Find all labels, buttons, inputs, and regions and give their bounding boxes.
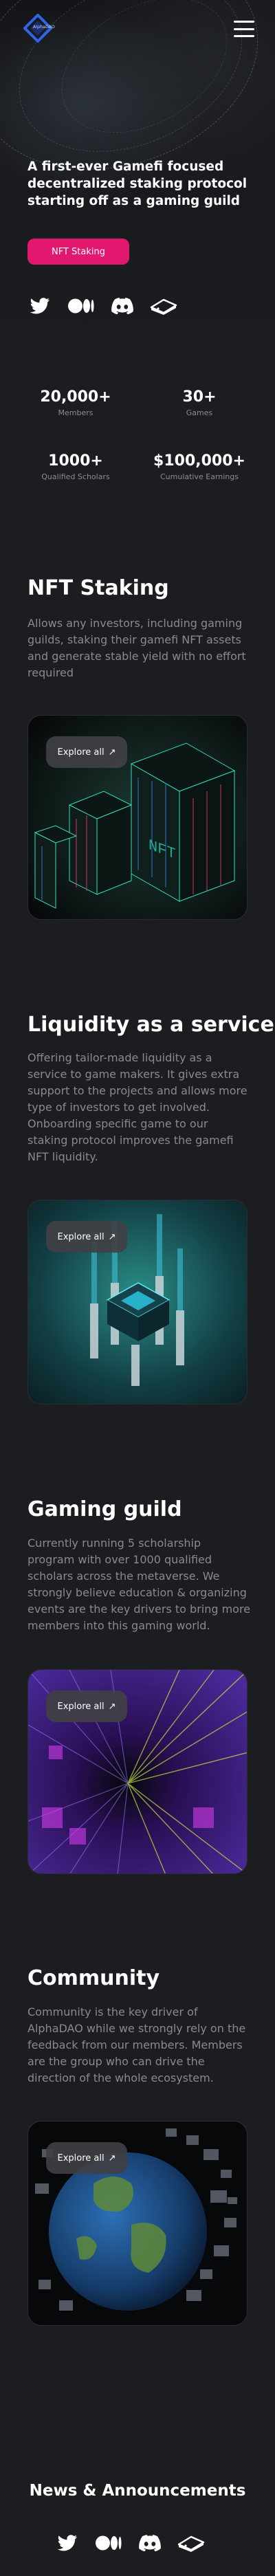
section-title-community: Community	[28, 1966, 160, 1990]
explore-all-button[interactable]: Explore all ↗	[46, 736, 127, 768]
hamburger-menu-icon[interactable]	[234, 21, 254, 37]
stat-earnings: $100,000+ Cumulative Earnings	[144, 452, 254, 481]
gitbook-icon[interactable]	[177, 2533, 205, 2553]
stat-members: 20,000+ Members	[28, 388, 124, 417]
section-description: Currently running 5 scholarship program …	[28, 1537, 251, 1632]
section-description: Community is the key driver of AlphaDAO …	[28, 2005, 246, 2084]
stat-value: $100,000+	[153, 452, 245, 470]
discord-icon[interactable]	[109, 296, 136, 316]
arrow-up-right-icon: ↗	[108, 1231, 116, 1242]
alphadao-logo[interactable]: AlphaDAO	[23, 13, 55, 43]
discord-icon[interactable]	[136, 2533, 164, 2553]
liquidity-card: Explore all ↗	[28, 1200, 248, 1405]
gaming-guild-card: Explore all ↗	[28, 1669, 248, 1874]
section-title-nft-staking: NFT Staking	[28, 576, 169, 600]
nft-staking-button[interactable]: NFT Staking	[28, 239, 129, 265]
stat-scholars: 1000+ Qualified Scholars	[28, 452, 124, 481]
medium-icon[interactable]	[95, 2533, 122, 2553]
medium-icon[interactable]	[67, 296, 95, 316]
hero-social-links	[26, 296, 191, 316]
explore-all-button[interactable]: Explore all ↗	[46, 2142, 127, 2174]
nft-staking-card: NFT Explore all ↗	[28, 715, 248, 920]
explore-all-button[interactable]: Explore all ↗	[46, 1221, 127, 1253]
section-description: Allows any investors, including gaming g…	[28, 617, 246, 679]
stat-label: Qualified Scholars	[41, 472, 110, 481]
stat-label: Games	[186, 408, 213, 417]
stat-label: Members	[58, 408, 94, 417]
stat-label: Cumulative Earnings	[160, 472, 239, 481]
explore-all-label: Explore all	[57, 1231, 104, 1242]
stat-value: 1000+	[48, 452, 103, 470]
arrow-up-right-icon: ↗	[108, 747, 116, 758]
stat-value: 30+	[182, 388, 217, 406]
stat-games: 30+ Games	[151, 388, 248, 417]
footer-social-links	[54, 2533, 219, 2553]
section-title-gaming-guild: Gaming guild	[28, 1497, 182, 1521]
section-description: Offering tailor-made liquidity as a serv…	[28, 1051, 248, 1163]
stat-value: 20,000+	[40, 388, 111, 406]
community-card: Explore all ↗	[28, 2121, 248, 2326]
hero-section: AlphaDAO A first-ever Gamefi focused dec…	[0, 0, 275, 351]
explore-all-label: Explore all	[57, 2153, 104, 2164]
logo-text: AlphaDAO	[33, 25, 55, 30]
arrow-up-right-icon: ↗	[108, 2153, 116, 2164]
explore-all-label: Explore all	[57, 1701, 104, 1712]
twitter-icon[interactable]	[26, 296, 54, 316]
arrow-up-right-icon: ↗	[108, 1701, 116, 1712]
news-title: News & Announcements	[29, 2482, 246, 2500]
explore-all-label: Explore all	[57, 747, 104, 758]
section-title-liquidity: Liquidity as a service	[28, 1013, 274, 1037]
hero-title: A first-ever Gamefi focused decentralize…	[28, 159, 248, 208]
gitbook-icon[interactable]	[150, 296, 177, 316]
explore-all-button[interactable]: Explore all ↗	[46, 1691, 127, 1722]
twitter-icon[interactable]	[54, 2533, 81, 2553]
